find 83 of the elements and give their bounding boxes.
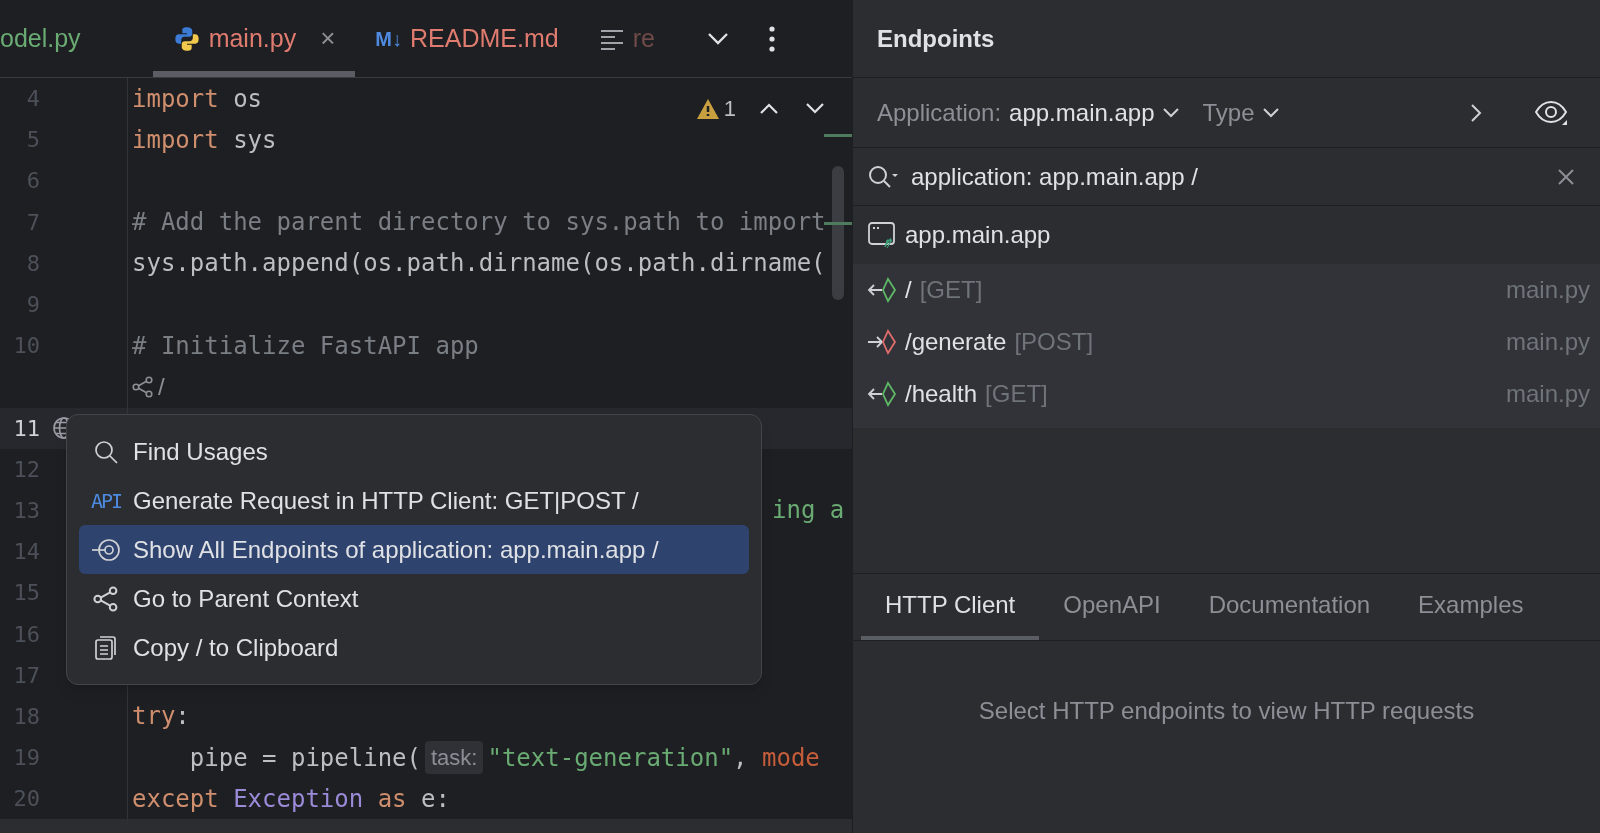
search-icon [93,438,119,465]
panel-tab[interactable]: HTTP Client [861,574,1040,640]
endpoint-row[interactable]: /health [GET] main.py [853,368,1600,420]
search-field[interactable]: application: app.main.app / [853,148,1600,206]
code-token: mode [762,742,820,774]
popup-menu-item[interactable]: API Generate Request in HTTP Client: GET|POST / [79,476,749,525]
file-name: main.py [1505,327,1590,357]
outgoing-endpoint-icon [867,329,897,355]
api-icon: API [90,485,122,516]
endpoint-icon [91,536,121,563]
chevron-down-icon[interactable] [806,103,824,114]
application-name[interactable]: app.main.app [905,217,1051,253]
tab-label: main.py [208,22,297,54]
code-token: sys.path.append(os.path.dirname(os.path.dirname( [132,248,826,280]
http-method: [POST] [1014,327,1094,357]
incoming-endpoint-icon [867,381,897,407]
code-token: pipe = pipeline( [188,742,421,774]
tab-label: odel.py [0,22,81,54]
file-name: main.py [1505,379,1590,409]
code-token: ing a [772,495,845,527]
http-method: [GET] [919,275,983,305]
share-icon[interactable] [132,375,154,398]
list-icon [598,27,625,50]
file-tab[interactable]: odel.py [0,0,153,77]
code-token: e: [420,783,450,815]
application-filter[interactable]: Application: app.main.app [877,94,1179,131]
file-tab[interactable]: M↓ README.md [355,0,579,77]
parameter-hint: task: [425,741,484,775]
file-tab[interactable]: main.py × [152,0,356,77]
chevron-down-icon [1162,107,1179,118]
popup-menu-item[interactable]: Show All Endpoints of application: app.main.app / [79,525,749,574]
file-name: main.py [1505,275,1590,305]
code-token: sys [232,124,277,156]
eye-icon[interactable] [1534,99,1568,126]
close-tab-button[interactable]: × [320,19,336,58]
code-token: # Add the parent directory to sys.path to import [132,207,826,239]
code-token: # Initialize FastAPI app [132,330,479,362]
popup-menu-item[interactable]: Copy / to Clipboard [79,623,749,672]
search-icon [867,163,899,190]
tab-label: README.md [410,22,559,54]
search-value: application: app.main.app / [911,161,1198,192]
code-token: : [175,701,190,733]
panel-tab[interactable]: Documentation [1184,574,1395,640]
share-icon [93,585,119,612]
endpoint-path: /health [905,379,978,409]
panel-tab[interactable]: OpenAPI [1039,574,1185,640]
warning-count: 1 [723,95,736,123]
code-token: except [132,783,219,815]
code-token: , [733,742,749,774]
scrollbar-thumb[interactable] [832,166,844,300]
python-logo-icon [172,24,201,53]
endpoint-row[interactable]: /generate [POST] main.py [853,316,1600,368]
code-token: Exception [232,783,364,815]
endpoint-path: /generate [905,327,1007,357]
close-icon[interactable] [1558,168,1574,185]
panel-tab[interactable]: Examples [1394,574,1548,640]
http-method: [GET] [985,379,1048,409]
code-token: as [376,783,407,815]
code-token: os [232,83,263,115]
code-token: import [132,124,219,156]
more-icon[interactable] [768,25,775,52]
chevron-up-icon[interactable] [760,103,778,114]
inlay-path: / [158,371,165,402]
copy-icon [94,634,118,661]
chevron-right-icon[interactable] [1471,103,1482,122]
code-token: try [132,701,176,733]
type-filter[interactable]: Type [1202,94,1279,131]
markdown-icon: M↓ [375,23,403,54]
popup-menu-item[interactable]: Find Usages [79,427,749,476]
warning-icon[interactable] [695,97,720,120]
chevron-down-icon[interactable] [706,31,729,46]
panel-title: Endpoints [877,23,995,54]
app-window-icon [867,221,897,249]
chevron-down-icon [1262,107,1279,118]
code-token: "text-generation" [487,742,734,774]
line-number: 11 [12,414,40,443]
tab-label: re [632,22,655,54]
popup-menu-item[interactable]: Go to Parent Context [79,574,749,623]
empty-message: Select HTTP endpoints to view HTTP requests [978,696,1475,726]
code-token: import [132,83,219,115]
incoming-endpoint-icon [867,277,897,303]
endpoint-path: / [905,275,912,305]
endpoint-row[interactable]: / [GET] main.py [853,264,1600,316]
